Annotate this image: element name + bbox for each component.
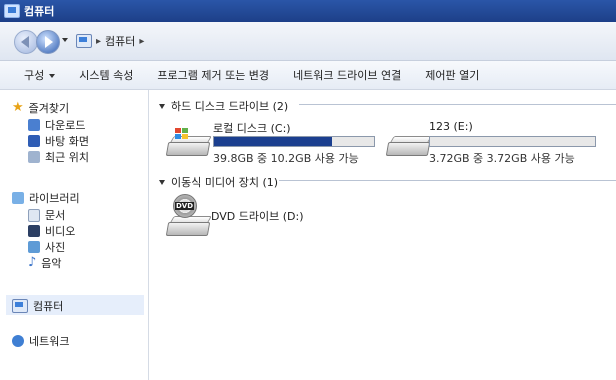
star-icon: ★ [12,100,24,115]
group-header-removable-media[interactable]: 이동식 미디어 장치 (1) [159,174,278,190]
drive-usage-bar [213,136,375,147]
drive-name: DVD 드라이브 (D:) [211,210,304,223]
nav-item-computer[interactable]: 컴퓨터 [12,298,63,314]
collapse-arrow-icon [159,179,165,185]
documents-icon [28,208,40,222]
dvd-logo-icon: DVD [175,202,195,210]
downloads-folder-icon [28,119,40,131]
organize-button[interactable]: 구성 [24,64,56,86]
forward-button[interactable] [36,30,60,54]
computer-icon [4,4,20,18]
forward-arrow-icon [45,36,53,48]
system-properties-button[interactable]: 시스템 속성 [79,64,133,86]
drive-name: 로컬 디스크 (C:) [213,122,291,135]
videos-icon [28,225,40,237]
nav-item-network[interactable]: 네트워크 [12,333,69,349]
nav-item-recent-places[interactable]: 최근 위치 [28,149,89,165]
drive-free-space: 3.72GB 중 3.72GB 사용 가능 [429,152,575,165]
history-dropdown-icon[interactable] [62,38,68,42]
library-icon [12,192,24,204]
group-divider [279,180,616,181]
system-drive-icon [165,128,212,156]
hard-drive-icon [385,134,432,156]
recent-places-icon [28,151,40,163]
drive-usage-bar [429,136,596,147]
address-bar: ▸ 컴퓨터 ▸ [0,22,616,61]
computer-icon [12,299,28,313]
nav-item-desktop[interactable]: 바탕 화면 [28,133,89,149]
back-arrow-icon [21,36,29,48]
chevron-down-icon [49,74,56,78]
back-button[interactable] [14,30,38,54]
drive-name: 123 (E:) [429,120,473,133]
nav-item-videos[interactable]: 비디오 [28,223,75,239]
breadcrumb-item-computer[interactable]: 컴퓨터 [105,33,135,49]
command-bar: 구성 시스템 속성 프로그램 제거 또는 변경 네트워크 드라이브 연결 제어판… [0,61,616,90]
drive-item-e[interactable]: 123 (E:) 3.72GB 중 3.72GB 사용 가능 [383,120,598,165]
nav-item-documents[interactable]: 문서 [28,207,65,223]
computer-icon [76,34,92,48]
breadcrumb-separator-icon[interactable]: ▸ [139,36,144,47]
pictures-icon [28,241,40,253]
nav-item-pictures[interactable]: 사진 [28,239,65,255]
group-header-hard-disk-drives[interactable]: 하드 디스크 드라이브 (2) [159,98,288,114]
drive-item-d[interactable]: DVD DVD 드라이브 (D:) [163,194,363,238]
nav-item-music[interactable]: ♪ 음악 [28,255,62,271]
breadcrumb-separator-icon[interactable]: ▸ [96,36,101,47]
open-control-panel-button[interactable]: 제어판 열기 [425,64,479,86]
group-divider [299,104,616,105]
music-icon: ♪ [28,255,37,270]
collapse-arrow-icon [159,103,165,109]
title-bar: 컴퓨터 [0,0,616,22]
breadcrumb[interactable]: ▸ 컴퓨터 ▸ [76,32,144,50]
nav-item-libraries[interactable]: 라이브러리 [12,190,80,206]
window-title: 컴퓨터 [24,5,55,18]
drive-free-space: 39.8GB 중 10.2GB 사용 가능 [213,152,359,165]
drive-item-c[interactable]: 로컬 디스크 (C:) 39.8GB 중 10.2GB 사용 가능 [163,120,375,165]
uninstall-program-button[interactable]: 프로그램 제거 또는 변경 [157,64,269,86]
content-pane: 하드 디스크 드라이브 (2) 로컬 디스크 (C:) 39.8GB 중 10.… [149,90,616,380]
network-icon [12,335,24,347]
map-network-drive-button[interactable]: 네트워크 드라이브 연결 [293,64,401,86]
drive-usage-fill [214,137,333,146]
nav-item-favorites[interactable]: ★ 즐겨찾기 [12,100,69,116]
nav-item-downloads[interactable]: 다운로드 [28,117,85,133]
desktop-icon [28,135,40,147]
navigation-pane: ★ 즐겨찾기 다운로드 바탕 화면 최근 위치 라이브러리 문서 비디오 사진 ♪… [0,90,149,380]
